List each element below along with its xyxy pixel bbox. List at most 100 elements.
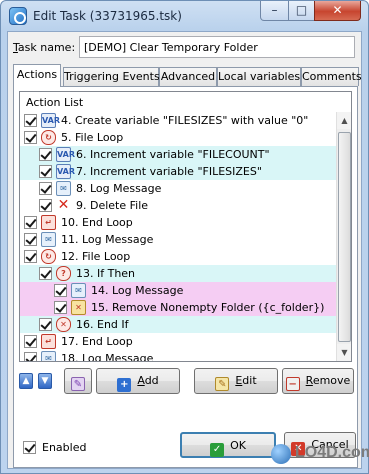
action-row[interactable]: ↵ 10. End Loop <box>20 214 336 231</box>
end-loop-icon: ↵ <box>41 215 56 230</box>
action-row[interactable]: ↻ 12. File Loop <box>20 248 336 265</box>
action-checkbox[interactable] <box>39 318 52 331</box>
ok-button[interactable]: ✓ OK <box>180 432 276 458</box>
log-message-icon: ✉ <box>56 181 71 196</box>
action-list[interactable]: Action List VAR 4. Create variable "FILES… <box>19 91 352 362</box>
vertical-scrollbar[interactable]: ▲ ▼ <box>336 112 351 361</box>
delete-icon: ✕ <box>57 197 70 213</box>
move-down-button[interactable]: ▼ <box>38 373 52 389</box>
add-button[interactable]: + Add <box>96 368 180 394</box>
tab-comments[interactable]: Comments <box>301 67 362 86</box>
action-row[interactable]: ✉ 8. Log Message <box>20 180 336 197</box>
action-checkbox[interactable] <box>39 148 52 161</box>
action-label: 16. End If <box>76 318 129 331</box>
action-row[interactable]: ✕ 15. Remove Nonempty Folder ({c_folder}) <box>20 299 336 316</box>
pencil-eraser-icon: ✎ <box>71 377 85 391</box>
action-row[interactable]: VAR 6. Increment variable "FILECOUNT" <box>20 146 336 163</box>
action-label: 15. Remove Nonempty Folder ({c_folder}) <box>91 301 325 314</box>
action-row[interactable]: ✕ 16. End If <box>20 316 336 333</box>
action-row[interactable]: ↵ 17. End Loop <box>20 333 336 350</box>
end-if-icon: ✕ <box>56 317 71 332</box>
action-row[interactable]: VAR 4. Create variable "FILESIZES" with v… <box>20 112 336 129</box>
action-checkbox[interactable] <box>24 335 37 348</box>
enabled-label: Enabled <box>42 441 87 454</box>
action-label: 13. If Then <box>76 267 136 280</box>
check-icon: ✓ <box>210 443 225 457</box>
action-checkbox[interactable] <box>39 165 52 178</box>
edit-pencil-icon: ✎ <box>215 377 230 391</box>
action-label: 8. Log Message <box>76 182 162 195</box>
action-label: 7. Increment variable "FILESIZES" <box>76 165 262 178</box>
action-label: 4. Create variable "FILESIZES" with valu… <box>61 114 309 127</box>
scrollbar-thumb[interactable] <box>338 132 351 342</box>
remove-button[interactable]: − Remove <box>282 368 354 394</box>
actions-panel: Action List VAR 4. Create variable "FILES… <box>13 86 358 468</box>
if-then-icon: ? <box>56 266 71 281</box>
action-label: 9. Delete File <box>76 199 149 212</box>
tab-triggering-events[interactable]: Triggering Events <box>63 67 160 86</box>
maximize-button[interactable]: □ <box>288 1 315 21</box>
variable-icon: VAR <box>56 164 75 179</box>
variable-icon: VAR <box>41 113 60 128</box>
action-checkbox[interactable] <box>24 216 37 229</box>
loop-icon: ↻ <box>41 130 56 145</box>
watermark-text: LO4D.com <box>295 444 369 461</box>
log-message-icon: ✉ <box>41 232 56 247</box>
tab-advanced[interactable]: Advanced <box>159 67 217 86</box>
log-message-icon: ✉ <box>71 283 86 298</box>
action-label: 17. End Loop <box>61 335 133 348</box>
action-row[interactable]: ↻ 5. File Loop <box>20 129 336 146</box>
action-row[interactable]: ✉ 14. Log Message <box>20 282 336 299</box>
edit-button[interactable]: ✎ Edit <box>194 368 278 394</box>
plus-icon: + <box>117 378 132 392</box>
action-row[interactable]: ? 13. If Then <box>20 265 336 282</box>
scroll-down-icon[interactable]: ▼ <box>337 344 351 361</box>
action-label: 10. End Loop <box>61 216 133 229</box>
action-checkbox[interactable] <box>54 301 67 314</box>
action-row[interactable]: ✉ 11. Log Message <box>20 231 336 248</box>
task-name-label: Task name: <box>13 41 76 54</box>
remove-folder-icon: ✕ <box>71 300 86 315</box>
log-message-icon: ✉ <box>41 351 56 361</box>
task-name-input[interactable] <box>79 36 355 58</box>
minimize-button[interactable]: – <box>260 1 289 21</box>
action-checkbox[interactable] <box>24 233 37 246</box>
action-label: 12. File Loop <box>61 250 131 263</box>
action-row[interactable]: VAR 7. Increment variable "FILESIZES" <box>20 163 336 180</box>
action-checkbox[interactable] <box>39 267 52 280</box>
action-checkbox[interactable] <box>39 182 52 195</box>
action-checkbox[interactable] <box>24 114 37 127</box>
app-icon <box>9 7 27 25</box>
action-row[interactable]: ✉ 18. Log Message <box>20 350 336 362</box>
action-label: 5. File Loop <box>61 131 124 144</box>
variable-icon: VAR <box>56 147 75 162</box>
properties-button[interactable]: ✎ <box>64 368 92 394</box>
move-up-button[interactable]: ▲ <box>19 373 33 389</box>
lo4d-watermark: LO4D.com <box>271 441 369 467</box>
tab-strip: Actions Triggering Events Advanced Local… <box>11 64 362 87</box>
edit-task-window: Edit Task (33731965.tsk) – □ ✕ Task name… <box>0 0 369 474</box>
minus-icon: − <box>285 377 300 391</box>
enabled-checkbox[interactable] <box>23 441 36 454</box>
window-title: Edit Task (33731965.tsk) <box>33 9 182 23</box>
tab-local-variables[interactable]: Local variables <box>217 67 301 86</box>
loop-icon: ↻ <box>41 249 56 264</box>
action-rows: VAR 4. Create variable "FILESIZES" with v… <box>20 112 336 362</box>
action-label: 14. Log Message <box>91 284 184 297</box>
action-checkbox[interactable] <box>54 284 67 297</box>
dialog-client: Task name: Actions Triggering Events Adv… <box>7 31 362 469</box>
action-row[interactable]: ✕ 9. Delete File <box>20 197 336 214</box>
action-label: 11. Log Message <box>61 233 154 246</box>
title-bar[interactable]: Edit Task (33731965.tsk) – □ ✕ <box>1 1 368 31</box>
close-button[interactable]: ✕ <box>314 1 361 21</box>
tab-actions[interactable]: Actions <box>13 64 61 87</box>
scroll-up-icon[interactable]: ▲ <box>337 112 351 129</box>
action-checkbox[interactable] <box>24 131 37 144</box>
action-checkbox[interactable] <box>24 250 37 263</box>
action-checkbox[interactable] <box>24 352 37 361</box>
end-loop-icon: ↵ <box>41 334 56 349</box>
globe-logo-icon <box>271 444 291 464</box>
action-list-header: Action List <box>20 92 351 112</box>
action-label: 18. Log Message <box>61 352 154 362</box>
action-checkbox[interactable] <box>39 199 52 212</box>
